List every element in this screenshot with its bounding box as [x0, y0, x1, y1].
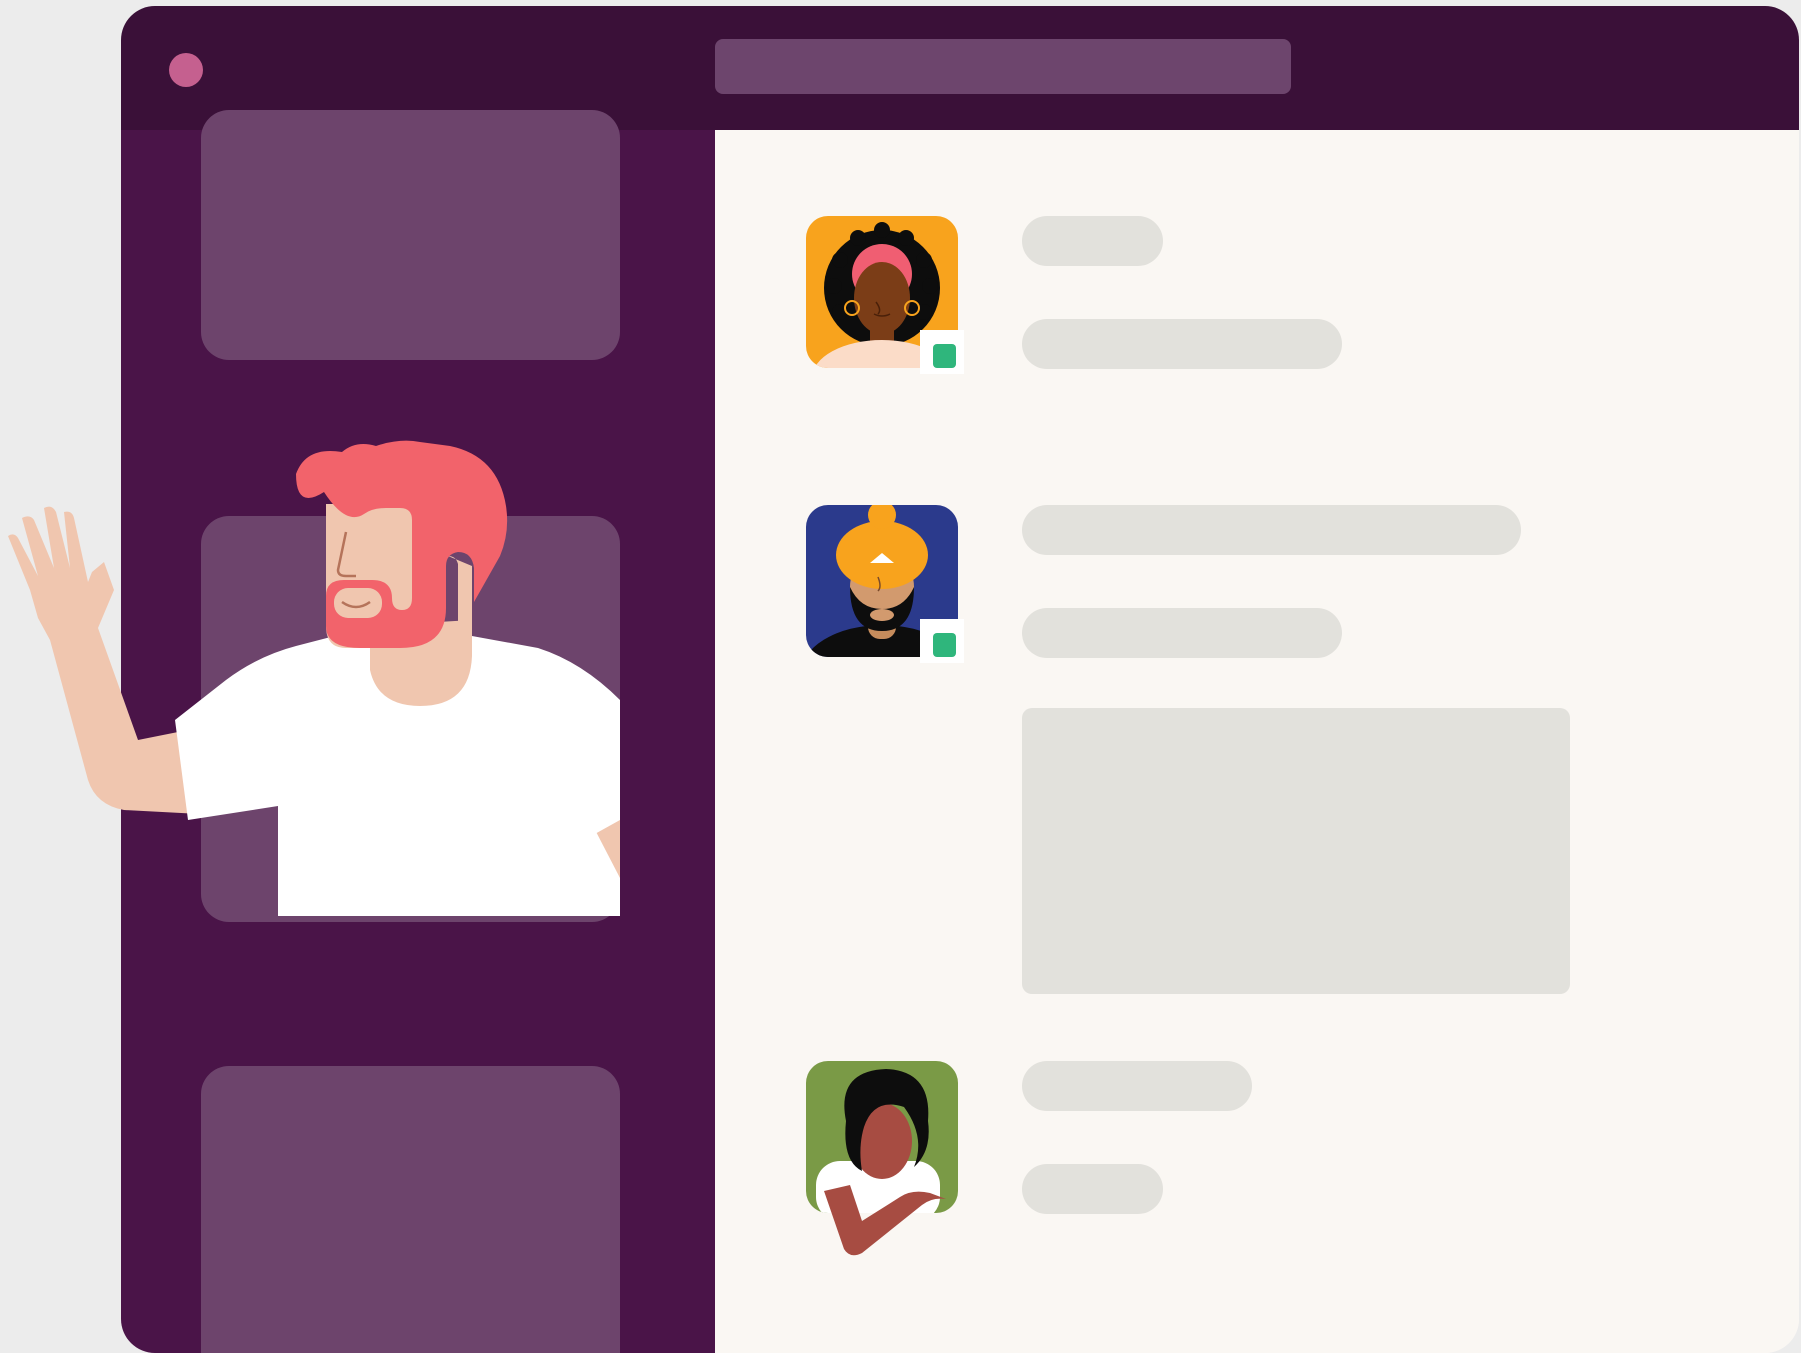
- app-window: [121, 6, 1799, 1353]
- message-2-text-placeholder: [1022, 608, 1342, 658]
- message-1-text-placeholder: [1022, 319, 1342, 369]
- search-input[interactable]: [715, 39, 1291, 94]
- sidebar-item-3[interactable]: [201, 1066, 620, 1353]
- message-2-author-placeholder: [1022, 505, 1521, 555]
- sidebar: [121, 110, 715, 1353]
- window-control-dot[interactable]: [169, 53, 203, 87]
- man-turban-avatar[interactable]: [806, 505, 964, 663]
- message-2-attachment-placeholder[interactable]: [1022, 708, 1570, 994]
- woman-wavy-hair-avatar[interactable]: [806, 1061, 958, 1256]
- sidebar-item-1[interactable]: [201, 110, 620, 360]
- message-3-author-placeholder: [1022, 1061, 1252, 1111]
- message-3-text-placeholder: [1022, 1164, 1163, 1214]
- woman-curly-hair-avatar[interactable]: [806, 216, 964, 374]
- sidebar-item-2[interactable]: [201, 516, 620, 922]
- message-pane: [715, 130, 1799, 1353]
- message-1-author-placeholder: [1022, 216, 1163, 266]
